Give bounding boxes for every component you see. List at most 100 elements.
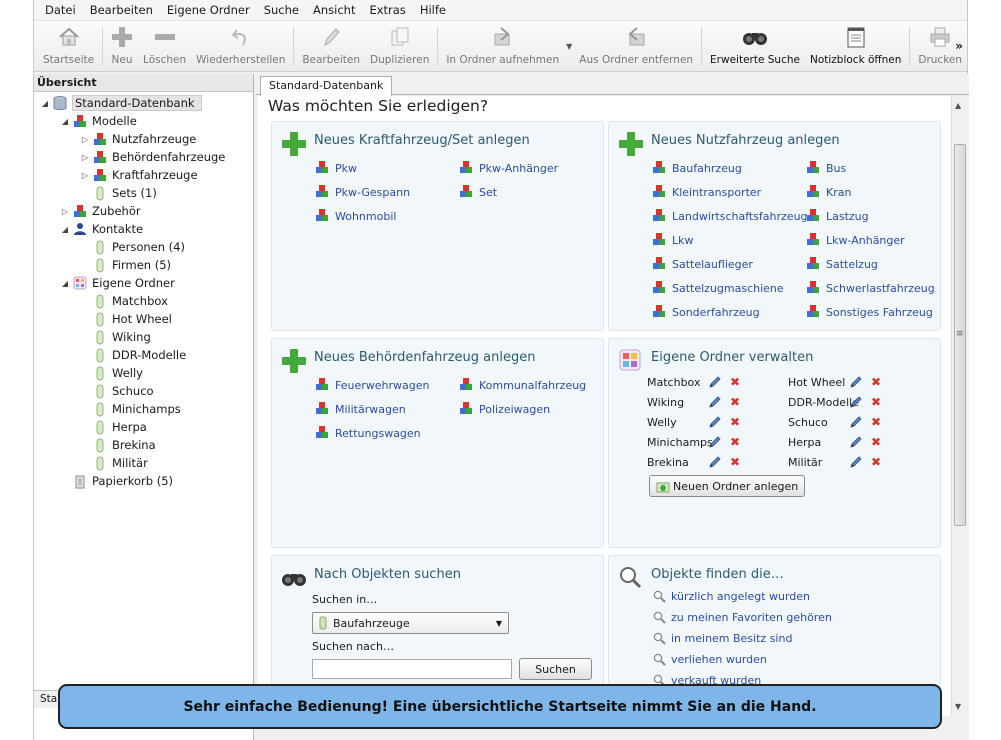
tree-toggle-icon[interactable]: ◢	[60, 117, 70, 126]
link-bfz-0[interactable]: Feuerwehrwagen	[316, 378, 429, 392]
link-bfz-3[interactable]: Polizeiwagen	[460, 402, 550, 416]
link-nfz-9[interactable]: Sattelzug	[807, 257, 878, 271]
link-kfz-3[interactable]: Set	[460, 185, 497, 199]
link-nfz-0[interactable]: Baufahrzeug	[653, 161, 742, 175]
menu-datei[interactable]: Datei	[38, 3, 83, 17]
link-kfz-2[interactable]: Pkw-Gespann	[316, 185, 410, 199]
loeschen-button[interactable]: Löschen	[138, 21, 191, 71]
tree-item[interactable]: Minichamps	[34, 400, 253, 418]
tree-item[interactable]: ▷ Behördenfahrzeuge	[34, 148, 253, 166]
toolbar-overflow-button[interactable]: »	[955, 39, 963, 53]
link-nfz-13[interactable]: Sonstiges Fahrzeug	[807, 305, 933, 319]
tree-item[interactable]: Sets (1)	[34, 184, 253, 202]
tree-item[interactable]: ▷ Zubehör	[34, 202, 253, 220]
delete-folder-x-icon[interactable]: ✖	[869, 415, 883, 429]
link-bfz-4[interactable]: Rettungswagen	[316, 426, 421, 440]
dropdown-arrow-icon[interactable]: ▼	[566, 42, 572, 51]
erweiterte-suche-button[interactable]: Erweiterte Suche	[705, 21, 805, 71]
aus-ordner-entfernen-button[interactable]: Aus Ordner entfernen	[574, 21, 698, 71]
menu-hilfe[interactable]: Hilfe	[413, 3, 453, 17]
suchen-nach-input[interactable]	[312, 659, 512, 679]
link-bfz-1[interactable]: Kommunalfahrzeug	[460, 378, 586, 392]
edit-folder-pencil-icon[interactable]	[708, 435, 722, 449]
edit-folder-pencil-icon[interactable]	[849, 415, 863, 429]
tree-item[interactable]: Wiking	[34, 328, 253, 346]
tab-standard-datenbank[interactable]: Standard-Datenbank	[260, 76, 393, 96]
tree-item[interactable]: Matchbox	[34, 292, 253, 310]
link-nfz-10[interactable]: Sattelzugmaschiene	[653, 281, 784, 295]
tree-item[interactable]: Papierkorb (5)	[34, 472, 253, 490]
duplizieren-button[interactable]: Duplizieren	[365, 21, 434, 71]
tree-item[interactable]: Herpa	[34, 418, 253, 436]
tree-toggle-icon[interactable]: ▷	[60, 207, 70, 216]
tree-item[interactable]: ◢ Standard-Datenbank	[34, 94, 253, 112]
menu-extras[interactable]: Extras	[362, 3, 412, 17]
tree-toggle-icon[interactable]: ▷	[80, 153, 90, 162]
edit-folder-pencil-icon[interactable]	[708, 415, 722, 429]
link-nfz-5[interactable]: Lastzug	[807, 209, 869, 223]
tree-toggle-icon[interactable]: ◢	[60, 279, 70, 288]
delete-folder-x-icon[interactable]: ✖	[728, 455, 742, 469]
link-kfz-0[interactable]: Pkw	[316, 161, 357, 175]
main-scrollbar[interactable]: ▲ ≡ ▼	[951, 96, 967, 716]
delete-folder-x-icon[interactable]: ✖	[869, 395, 883, 409]
suchen-button[interactable]: Suchen	[519, 658, 592, 680]
tree-item[interactable]: ▷ Nutzfahrzeuge	[34, 130, 253, 148]
link-nfz-4[interactable]: Landwirtschaftsfahrzeug	[653, 209, 808, 223]
edit-folder-pencil-icon[interactable]	[849, 375, 863, 389]
link-kfz-1[interactable]: Pkw-Anhänger	[460, 161, 558, 175]
link-bfz-2[interactable]: Militärwagen	[316, 402, 406, 416]
link-nfz-12[interactable]: Sonderfahrzeug	[653, 305, 760, 319]
tree-item[interactable]: Brekina	[34, 436, 253, 454]
tree-item[interactable]: ◢ Kontakte	[34, 220, 253, 238]
link-nfz-2[interactable]: Kleintransporter	[653, 185, 761, 199]
tree-toggle-icon[interactable]: ▷	[80, 171, 90, 180]
delete-folder-x-icon[interactable]: ✖	[728, 395, 742, 409]
menu-bearbeiten[interactable]: Bearbeiten	[83, 3, 160, 17]
link-nfz-11[interactable]: Schwerlastfahrzeug	[807, 281, 935, 295]
edit-folder-pencil-icon[interactable]	[849, 435, 863, 449]
link-nfz-7[interactable]: Lkw-Anhänger	[807, 233, 905, 247]
delete-folder-x-icon[interactable]: ✖	[728, 435, 742, 449]
tree-toggle-icon[interactable]: ▷	[80, 135, 90, 144]
tree-item[interactable]: ▷ Kraftfahrzeuge	[34, 166, 253, 184]
tree-item[interactable]: ◢ Eigene Ordner	[34, 274, 253, 292]
tree-item[interactable]: DDR-Modelle	[34, 346, 253, 364]
tree-item[interactable]: Welly	[34, 364, 253, 382]
suchen-in-select[interactable]: Baufahrzeuge ▼	[312, 612, 509, 634]
delete-folder-x-icon[interactable]: ✖	[869, 375, 883, 389]
tree-toggle-icon[interactable]: ◢	[40, 99, 50, 108]
menu-eigene-ordner[interactable]: Eigene Ordner	[160, 3, 257, 17]
tree-item[interactable]: Hot Wheel	[34, 310, 253, 328]
bearbeiten-button[interactable]: Bearbeiten	[297, 21, 365, 71]
neuen-ordner-anlegen-button[interactable]: Neuen Ordner anlegen	[649, 475, 806, 497]
menu-suche[interactable]: Suche	[257, 3, 306, 17]
tree-item[interactable]: Militär	[34, 454, 253, 472]
tree-toggle-icon[interactable]: ◢	[60, 225, 70, 234]
link-nfz-3[interactable]: Kran	[807, 185, 851, 199]
scroll-down-icon[interactable]: ▼	[955, 702, 961, 711]
delete-folder-x-icon[interactable]: ✖	[728, 415, 742, 429]
find-link-0[interactable]: kürzlich angelegt wurden	[653, 590, 810, 603]
menu-ansicht[interactable]: Ansicht	[306, 3, 362, 17]
in-ordner-aufnehmen-button[interactable]: In Ordner aufnehmen	[441, 21, 564, 71]
startseite-button[interactable]: Startseite	[38, 21, 99, 71]
find-link-1[interactable]: zu meinen Favoriten gehören	[653, 611, 832, 624]
tree-item[interactable]: Schuco	[34, 382, 253, 400]
edit-folder-pencil-icon[interactable]	[849, 395, 863, 409]
notizblock-button[interactable]: Notizblock öffnen	[805, 21, 906, 71]
wiederherstellen-button[interactable]: Wiederherstellen	[191, 21, 290, 71]
tree-item[interactable]: Firmen (5)	[34, 256, 253, 274]
edit-folder-pencil-icon[interactable]	[708, 395, 722, 409]
neu-button[interactable]: Neu	[106, 21, 138, 71]
delete-folder-x-icon[interactable]: ✖	[728, 375, 742, 389]
edit-folder-pencil-icon[interactable]	[849, 455, 863, 469]
link-nfz-6[interactable]: Lkw	[653, 233, 694, 247]
link-kfz-4[interactable]: Wohnmobil	[316, 209, 396, 223]
delete-folder-x-icon[interactable]: ✖	[869, 435, 883, 449]
link-nfz-1[interactable]: Bus	[807, 161, 846, 175]
tree-item[interactable]: Personen (4)	[34, 238, 253, 256]
edit-folder-pencil-icon[interactable]	[708, 455, 722, 469]
edit-folder-pencil-icon[interactable]	[708, 375, 722, 389]
find-link-2[interactable]: in meinem Besitz sind	[653, 632, 792, 645]
